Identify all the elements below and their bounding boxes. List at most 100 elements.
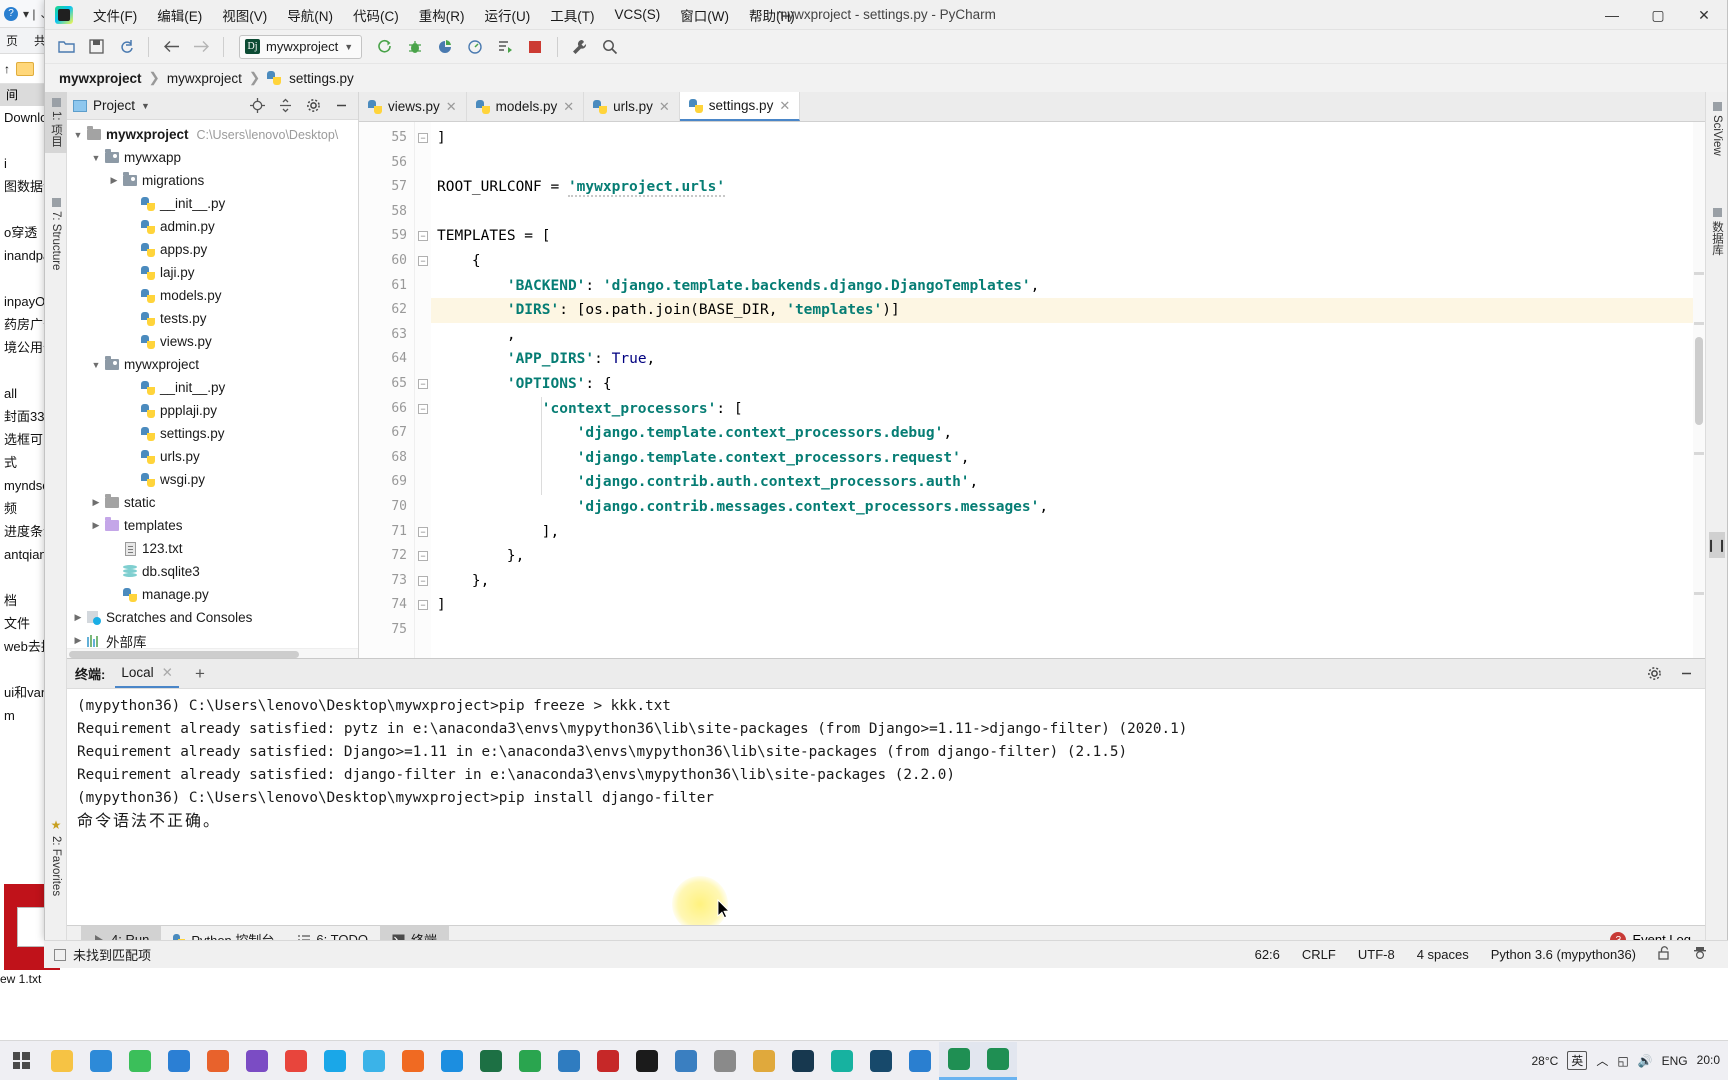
run-configuration-selector[interactable]: Dj mywxproject ▼: [239, 34, 363, 59]
chevron-up-icon[interactable]: ︿: [1596, 1052, 1608, 1069]
taskbar-app-chrome-green[interactable]: [120, 1042, 159, 1080]
up-arrow-icon[interactable]: ↑: [4, 62, 10, 76]
terminal-tab-local[interactable]: Local ✕: [115, 659, 179, 688]
taskbar-app-unknown-grey[interactable]: [705, 1042, 744, 1080]
run-console-icon[interactable]: [492, 35, 518, 59]
close-icon[interactable]: ✕: [162, 665, 173, 681]
chevron-right-icon[interactable]: ▶: [89, 497, 103, 508]
close-icon[interactable]: ✕: [446, 99, 457, 115]
taskbar-app-unity[interactable]: [666, 1042, 705, 1080]
tree-node[interactable]: 123.txt: [67, 537, 358, 560]
chevron-right-icon[interactable]: ▶: [71, 612, 85, 623]
tree-node[interactable]: ▼ mywxproject: [67, 353, 358, 376]
tree-node[interactable]: ▶ migrations: [67, 169, 358, 192]
menu-item-5[interactable]: 重构(R): [409, 1, 475, 29]
ime-indicator[interactable]: 英: [1567, 1051, 1588, 1070]
windows-start-icon[interactable]: [0, 1041, 42, 1080]
clock[interactable]: 20:0: [1697, 1054, 1720, 1067]
taskbar-app-folder-yellow[interactable]: [744, 1042, 783, 1080]
tree-node[interactable]: ppplaji.py: [67, 399, 358, 422]
hide-panel-icon[interactable]: [330, 96, 352, 116]
editor-tab-urls-py[interactable]: urls.py ✕: [584, 92, 680, 121]
tree-node[interactable]: manage.py: [67, 583, 358, 606]
tree-node[interactable]: __init__.py: [67, 376, 358, 399]
chevron-down-icon[interactable]: ▼: [344, 42, 353, 52]
tree-node[interactable]: views.py: [67, 330, 358, 353]
close-icon[interactable]: ✕: [779, 98, 790, 114]
menu-item-7[interactable]: 工具(T): [540, 1, 604, 29]
caret-position[interactable]: 62:6: [1244, 947, 1291, 962]
fold-collapse-icon[interactable]: −: [418, 551, 428, 562]
editor-tab-views-py[interactable]: views.py ✕: [359, 92, 467, 121]
file-encoding[interactable]: UTF-8: [1347, 947, 1406, 962]
fold-collapse-icon[interactable]: −: [418, 575, 428, 586]
tree-node[interactable]: admin.py: [67, 215, 358, 238]
ribbon-tab-0[interactable]: 页: [6, 32, 18, 49]
scrollbar-thumb[interactable]: [69, 651, 299, 658]
taskbar-app-photoshop[interactable]: [783, 1042, 822, 1080]
close-icon[interactable]: ✕: [659, 99, 670, 115]
save-icon[interactable]: [83, 35, 109, 59]
menu-item-8[interactable]: VCS(S): [605, 3, 671, 26]
fold-expand-icon[interactable]: −: [418, 231, 428, 242]
editor-tab-settings-py[interactable]: settings.py ✕: [679, 92, 801, 121]
chevron-down-icon[interactable]: ▼: [89, 153, 103, 163]
menu-item-10[interactable]: 帮助(H): [739, 1, 805, 29]
breadcrumb-item-1[interactable]: mywxproject: [167, 71, 242, 86]
editor-tab-models-py[interactable]: models.py ✕: [466, 92, 585, 121]
editor-scrollbar[interactable]: [1693, 122, 1705, 658]
temperature-indicator[interactable]: 28°C: [1531, 1054, 1558, 1068]
sync-icon[interactable]: [113, 35, 139, 59]
menu-item-4[interactable]: 代码(C): [343, 1, 409, 29]
taskbar-app-explorer[interactable]: [42, 1042, 81, 1080]
taskbar-app-video-purple[interactable]: [237, 1042, 276, 1080]
locate-icon[interactable]: [246, 96, 268, 116]
open-folder-icon[interactable]: [53, 35, 79, 59]
breadcrumb-item-0[interactable]: mywxproject: [59, 71, 142, 86]
tree-node[interactable]: tests.py: [67, 307, 358, 330]
tree-node[interactable]: ▼ mywxapp: [67, 146, 358, 169]
taskbar-app-browser-blue[interactable]: [159, 1042, 198, 1080]
status-checkbox-icon[interactable]: [54, 948, 66, 961]
rail-tab-structure[interactable]: 7: Structure: [45, 192, 67, 276]
project-tree-hscrollbar[interactable]: [67, 648, 358, 658]
tree-node[interactable]: ▶ 外部库: [67, 629, 358, 648]
taskbar-app-firefox[interactable]: [393, 1042, 432, 1080]
menu-item-3[interactable]: 导航(N): [277, 1, 343, 29]
tree-node[interactable]: models.py: [67, 284, 358, 307]
run-icon[interactable]: [372, 35, 398, 59]
taskbar-app-chrome[interactable]: [276, 1042, 315, 1080]
breadcrumb-item-2[interactable]: settings.py: [289, 71, 354, 86]
profile-icon[interactable]: [462, 35, 488, 59]
collapse-all-icon[interactable]: [274, 96, 296, 116]
python-interpreter[interactable]: Python 3.6 (mypython36): [1480, 947, 1647, 962]
language-indicator[interactable]: ENG: [1662, 1054, 1688, 1068]
plus-icon[interactable]: +: [189, 664, 211, 684]
menu-item-9[interactable]: 窗口(W): [670, 1, 739, 29]
taskbar-app-safari-blue[interactable]: [432, 1042, 471, 1080]
debug-icon[interactable]: [402, 35, 428, 59]
rail-tab-project[interactable]: 1: 项目: [45, 92, 67, 153]
forward-arrow-icon[interactable]: [188, 35, 214, 59]
wrench-icon[interactable]: [567, 35, 593, 59]
chevron-down-icon[interactable]: ▼: [89, 360, 103, 370]
code-text[interactable]: ] ROOT_URLCONF = 'mywxproject.urls' TEMPLA…: [431, 122, 1705, 658]
minimize-icon[interactable]: [1675, 664, 1697, 684]
menu-item-2[interactable]: 视图(V): [212, 1, 277, 29]
maximize-button[interactable]: ▢: [1635, 0, 1681, 30]
close-icon[interactable]: ✕: [563, 99, 574, 115]
taskbar-app-excel[interactable]: [471, 1042, 510, 1080]
taskbar-app-vue[interactable]: [588, 1042, 627, 1080]
volume-icon[interactable]: 🔊: [1638, 1054, 1653, 1068]
line-separator[interactable]: CRLF: [1291, 947, 1347, 962]
run-with-coverage-icon[interactable]: [432, 35, 458, 59]
chevron-right-icon[interactable]: ▶: [107, 175, 121, 186]
taskbar-app-terminal-black[interactable]: [627, 1042, 666, 1080]
back-arrow-icon[interactable]: [158, 35, 184, 59]
rail-tab-sciview[interactable]: SciView: [1706, 96, 1728, 162]
taskbar-app-store[interactable]: [198, 1042, 237, 1080]
fold-expand-icon[interactable]: −: [418, 379, 428, 389]
tree-node[interactable]: db.sqlite3: [67, 560, 358, 583]
network-icon[interactable]: ◱: [1617, 1054, 1628, 1068]
taskbar-app-qq[interactable]: [354, 1042, 393, 1080]
